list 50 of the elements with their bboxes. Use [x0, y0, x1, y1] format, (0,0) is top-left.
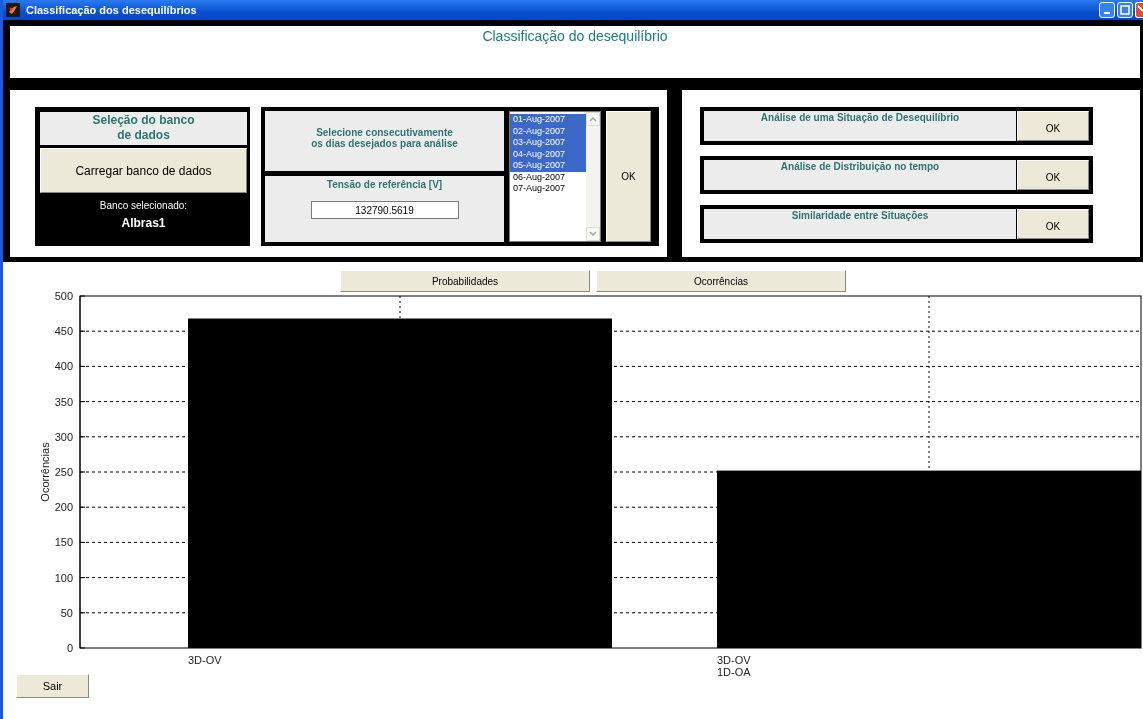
chart-mode-button[interactable]: Ocorrências [596, 270, 846, 292]
y-tick-label: 300 [54, 430, 73, 443]
maximize-icon [1120, 5, 1130, 15]
analysis-label: Análise de uma Situação de Desequilíbrio [704, 111, 1016, 141]
close-button[interactable] [1135, 2, 1143, 18]
app-logo-icon [6, 3, 20, 17]
window-title: Classificação dos desequilíbrios [26, 4, 198, 16]
analysis-label: Similaridade entre Situações [704, 209, 1016, 239]
y-tick-label: 100 [54, 571, 73, 584]
y-tick-label: 0 [66, 642, 73, 654]
y-tick-label: 400 [54, 360, 73, 373]
category-label: 3D-OV 1D-OA [717, 654, 751, 678]
chart-mode-button[interactable]: Probabilidades [340, 270, 590, 292]
y-tick-label: 250 [54, 466, 73, 478]
reference-voltage-field[interactable]: 132790.5619 [310, 201, 459, 219]
instruction-label: Selecione consecutivamente os dias desejados para análise [265, 111, 504, 171]
selected-database-label: Banco selecionado: [99, 200, 188, 211]
y-tick-label: 150 [54, 536, 73, 549]
maximize-button[interactable] [1117, 2, 1133, 18]
y-tick-label: 500 [54, 290, 73, 302]
scrollbar[interactable] [586, 112, 600, 241]
selected-database-value: Albras1 [121, 216, 166, 230]
scroll-up-button[interactable] [586, 112, 600, 126]
date-item[interactable]: 01-Aug-2007 [510, 114, 586, 126]
analysis-label: Análise de Distribuição no tempo [704, 160, 1016, 190]
reference-voltage-label: Tensão de referência [V] [326, 179, 443, 190]
y-tick-label: 200 [54, 501, 73, 514]
date-item[interactable]: 03-Aug-2007 [510, 137, 586, 149]
dates-listbox[interactable]: 01-Aug-2007 02-Aug-2007 03-Aug-2007 04-Aug-2007 05-Aug-2007 06-Aug-2007 07-Aug-2007 [509, 111, 601, 242]
minimize-button[interactable] [1099, 2, 1115, 18]
page-heading: Classificação do desequilíbrio [482, 28, 668, 46]
y-axis-label: Ocorrências [39, 442, 51, 502]
date-item[interactable]: 05-Aug-2007 [510, 160, 586, 172]
analysis-ok-button[interactable]: OK [1017, 209, 1089, 239]
database-heading: Seleção do banco de dados [40, 112, 247, 145]
chevron-up-icon [589, 116, 597, 122]
y-tick-label: 350 [54, 395, 73, 408]
exit-button[interactable]: Sair [16, 674, 89, 698]
y-tick-label: 450 [54, 325, 73, 338]
date-item[interactable]: 07-Aug-2007 [510, 183, 586, 195]
days-ok-button[interactable]: OK [606, 111, 651, 242]
chevron-down-icon [589, 231, 597, 237]
category-label: 3D-OV [188, 654, 222, 666]
y-tick-label: 50 [60, 606, 73, 619]
load-database-button[interactable]: Carregar banco de dados [40, 148, 247, 193]
analysis-ok-button[interactable]: OK [1017, 160, 1089, 190]
analysis-ok-button[interactable]: OK [1017, 111, 1089, 141]
scroll-down-button[interactable] [586, 227, 600, 241]
minimize-icon [1104, 12, 1110, 14]
date-item[interactable]: 06-Aug-2007 [510, 171, 586, 183]
